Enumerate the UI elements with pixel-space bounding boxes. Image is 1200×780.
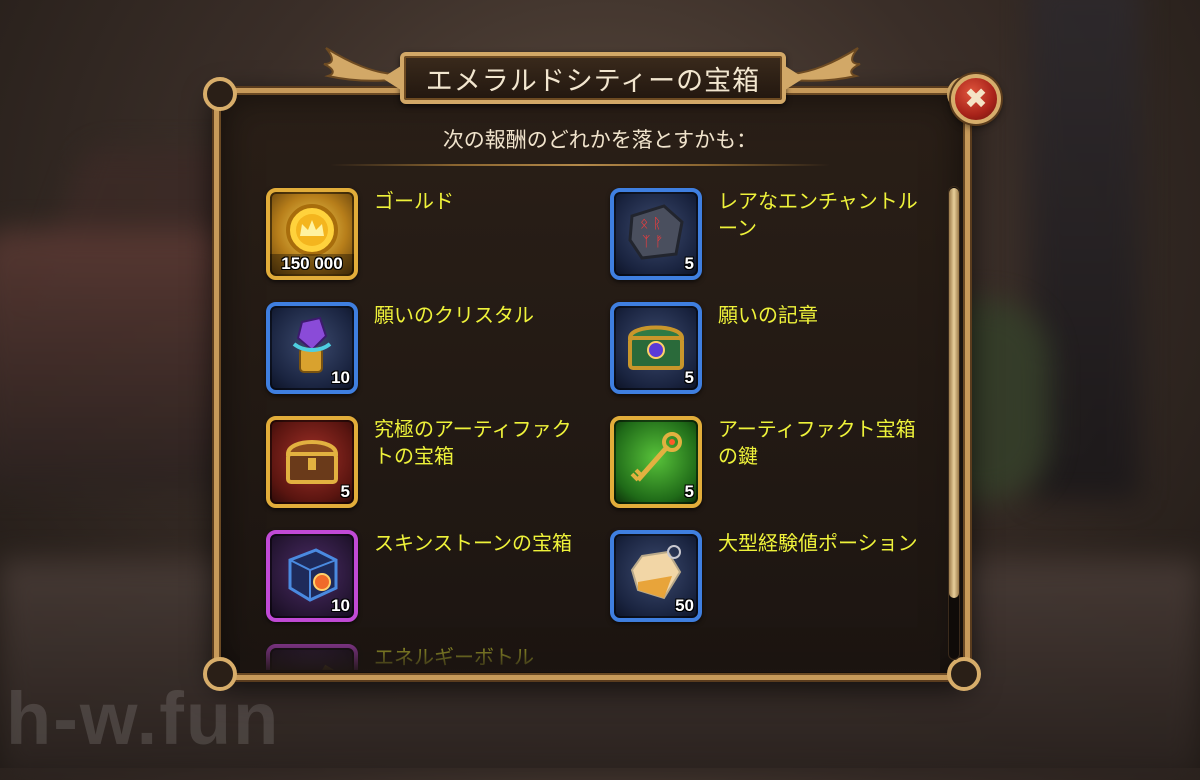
left-wing-icon — [323, 47, 392, 82]
dialog-title: エメラルドシティーの宝箱 — [400, 52, 786, 104]
reward-item[interactable]: 5 アーティファクト宝箱の鍵 — [584, 406, 916, 508]
reward-item[interactable]: 5 願いの記章 — [584, 292, 914, 394]
reward-name: レアなエンチャントルーン — [718, 189, 918, 240]
reward-name: エネルギーボトル — [374, 645, 534, 669]
reward-frame: ᛟ ᚱ ᛉ ᚠ 5 — [610, 188, 702, 280]
reward-frame: 150 000 — [266, 188, 358, 280]
divider — [330, 164, 830, 166]
reward-item[interactable]: 10 スキンストーンの宝箱 — [240, 520, 572, 622]
reward-quantity: 150 000 — [270, 254, 354, 274]
reward-name: 願いの記章 — [718, 303, 818, 327]
energy-bottle-icon — [316, 664, 334, 670]
reward-name: 大型経験値ポーション — [718, 531, 918, 555]
reward-quantity: 10 — [331, 368, 350, 387]
reward-name: 究極のアーティファクトの宝箱 — [374, 417, 572, 468]
reward-frame: 5 — [266, 416, 358, 508]
scrollbar[interactable] — [948, 186, 960, 660]
reward-quantity: 5 — [340, 482, 350, 501]
reward-item[interactable]: 5 究極のアーティファクトの宝箱 — [240, 406, 572, 508]
svg-text:ᛉ ᚠ: ᛉ ᚠ — [642, 234, 663, 250]
emblem-chest-icon — [627, 325, 685, 370]
artifact-key-icon — [630, 432, 682, 482]
reward-quantity: 5 — [684, 482, 694, 501]
reward-quantity: 10 — [331, 596, 350, 615]
reward-list[interactable]: 150 000 ゴールド ᛟ ᚱ ᛉ ᚠ 5 レアなエンチャントルーン 10 願… — [240, 178, 940, 670]
reward-item[interactable]: ᛟ ᚱ ᛉ ᚠ 5 レアなエンチャントルーン — [584, 178, 918, 280]
reward-name: ゴールド — [374, 189, 454, 213]
title-banner: エメラルドシティーの宝箱 — [322, 40, 862, 112]
svg-text:ᛟ ᚱ: ᛟ ᚱ — [640, 216, 661, 232]
reward-name: 願いのクリスタル — [374, 303, 534, 327]
reward-frame: 10 — [266, 530, 358, 622]
corner-ornament — [203, 657, 237, 691]
watermark: h-w.fun — [6, 677, 281, 760]
reward-frame: 10 — [266, 302, 358, 394]
reward-name: スキンストーンの宝箱 — [374, 531, 572, 555]
reward-quantity: 5 — [684, 254, 694, 273]
corner-ornament — [203, 77, 237, 111]
rune-stone-icon: ᛟ ᚱ ᛉ ᚠ — [628, 204, 684, 260]
scrollbar-thumb[interactable] — [949, 188, 959, 598]
dialog-subtitle: 次の報酬のどれかを落とすかも： — [442, 128, 758, 152]
reward-frame: 50 — [610, 530, 702, 622]
reward-item[interactable]: エネルギーボトル — [240, 634, 570, 670]
reward-quantity: 5 — [684, 368, 694, 387]
background-house — [0, 230, 240, 490]
corner-ornament — [947, 657, 981, 691]
artifact-chest-icon — [285, 440, 339, 484]
close-button[interactable]: ✖ — [951, 74, 1001, 124]
reward-frame: 5 — [610, 416, 702, 508]
reward-item[interactable]: 150 000 ゴールド — [240, 178, 570, 280]
reward-item[interactable]: 50 大型経験値ポーション — [584, 520, 918, 622]
reward-frame: 5 — [610, 302, 702, 394]
reward-name: アーティファクト宝箱の鍵 — [718, 417, 916, 468]
reward-item[interactable]: 10 願いのクリスタル — [240, 292, 570, 394]
reward-frame — [266, 644, 358, 670]
reward-quantity: 50 — [675, 596, 694, 615]
